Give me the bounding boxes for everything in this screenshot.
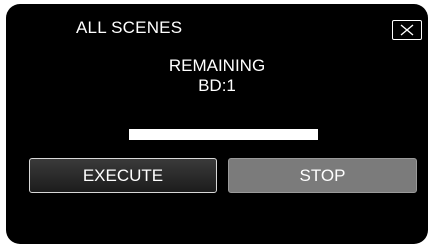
dialog-screen: ALL SCENES REMAINING BD:1 EXECUTE STOP <box>6 4 428 244</box>
stop-button[interactable]: STOP <box>228 158 417 193</box>
execute-button-label: EXECUTE <box>82 165 164 185</box>
execute-button[interactable]: EXECUTE <box>29 158 217 193</box>
progress-bar-fill <box>129 129 318 140</box>
status-remaining-label: REMAINING <box>168 56 266 75</box>
status-text: REMAINING BD:1 <box>6 56 428 96</box>
stop-button-label: STOP <box>299 165 346 185</box>
close-button[interactable] <box>392 20 422 40</box>
status-remaining-value: BD:1 <box>198 76 236 95</box>
close-icon <box>400 24 414 36</box>
dialog-title: ALL SCENES <box>76 18 183 37</box>
progress-bar <box>129 129 318 140</box>
